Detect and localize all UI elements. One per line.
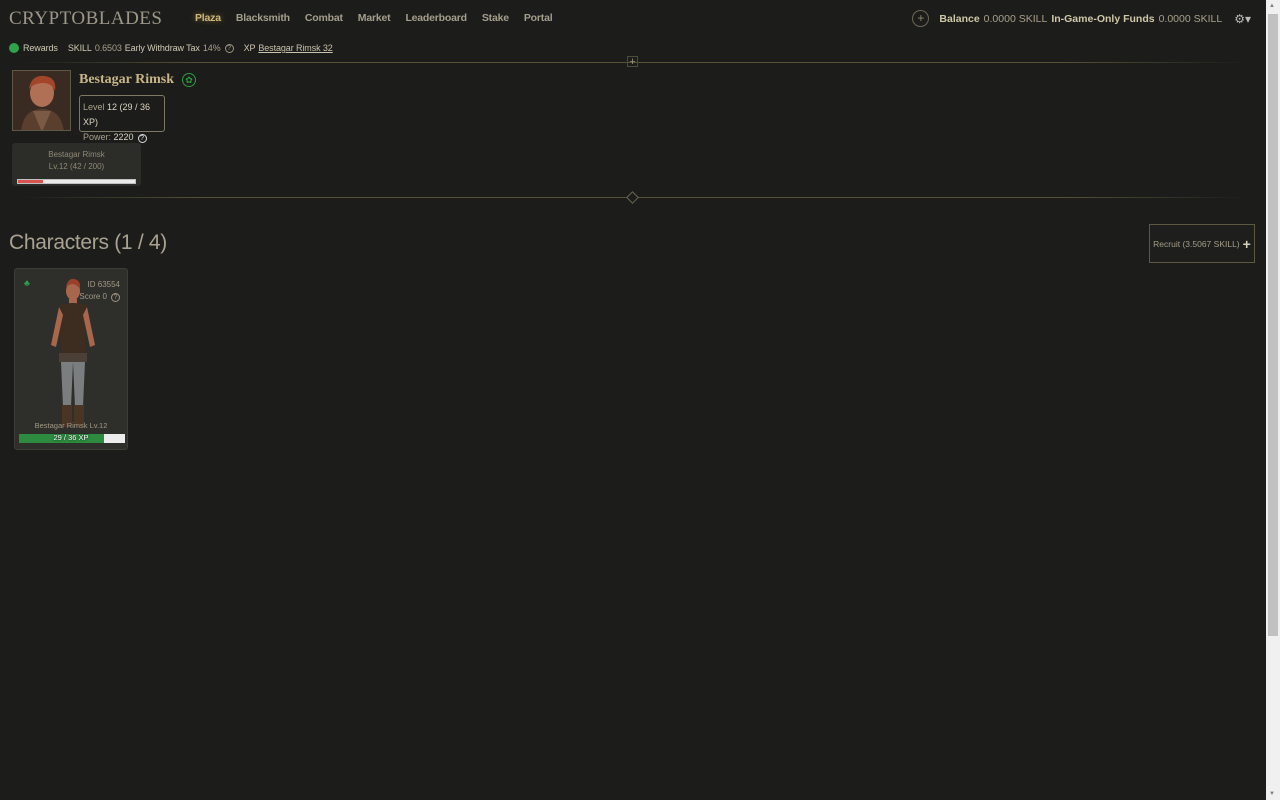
nav-portal[interactable]: Portal xyxy=(524,12,553,24)
nav-market[interactable]: Market xyxy=(358,12,391,24)
recruit-label: Recruit (3.5067 SKILL) xyxy=(1153,238,1240,249)
nav-plaza[interactable]: Plaza xyxy=(195,12,221,24)
character-card[interactable]: ♣ ID 63554 Score 0? Bestagar Rimsk Lv.12… xyxy=(14,268,128,450)
balance-value: 0.0000 SKILL xyxy=(983,12,1048,25)
funds-label: In-Game-Only Funds xyxy=(1051,12,1155,25)
xp-value-link[interactable]: Bestagar Rimsk 32 xyxy=(258,43,332,53)
tax-label: Early Withdraw Tax xyxy=(124,43,200,53)
character-portrait xyxy=(12,70,71,131)
score-help-icon[interactable]: ? xyxy=(111,293,120,302)
mini-card-level: Lv.12 (42 / 200) xyxy=(48,162,105,171)
balance-area: + Balance 0.0000 SKILL In-Game-Only Fund… xyxy=(912,10,1251,27)
rewards-label[interactable]: Rewards xyxy=(23,43,58,53)
settings-gear-icon[interactable]: ⚙▾ xyxy=(1234,12,1251,26)
earth-element-icon: ♣ xyxy=(24,278,30,288)
portrait-image xyxy=(13,71,70,130)
rewards-bar: Rewards SKILL 0.6503 Early Withdraw Tax … xyxy=(9,43,333,53)
funds-value: 0.0000 SKILL xyxy=(1158,12,1223,25)
plus-icon: + xyxy=(1242,235,1251,252)
nav-stake[interactable]: Stake xyxy=(482,12,509,24)
rewards-status-icon xyxy=(9,43,19,53)
skill-label: SKILL xyxy=(67,43,92,53)
divider-diamond-icon xyxy=(626,191,639,204)
recruit-button[interactable]: Recruit (3.5067 SKILL) + xyxy=(1149,224,1255,263)
character-mini-card[interactable]: Bestagar Rimsk Lv.12 (42 / 200) xyxy=(12,143,141,186)
earth-element-icon: ✿ xyxy=(182,73,196,87)
character-name: Bestagar Rimsk xyxy=(79,72,175,87)
power-help-icon[interactable]: ? xyxy=(137,134,147,143)
stamina-bar-fill xyxy=(18,180,43,183)
stamina-bar xyxy=(17,179,136,184)
character-figure-image xyxy=(51,278,95,427)
scroll-down-arrow-icon[interactable]: ▼ xyxy=(1269,791,1275,797)
tax-value: 14% xyxy=(202,43,221,53)
level-label: Level xyxy=(83,102,105,112)
power-value: 2220 xyxy=(113,132,134,142)
scroll-up-arrow-icon[interactable]: ▲ xyxy=(1269,3,1275,9)
expand-icon[interactable]: + xyxy=(627,56,638,68)
xp-text: 29 / 36 XP xyxy=(53,433,89,442)
top-navbar: CRYPTOBLADES Plaza Blacksmith Combat Mar… xyxy=(0,0,1266,37)
character-stats: Level 12 (29 / 36 XP) Power: 2220? xyxy=(79,95,165,143)
balance-label: Balance xyxy=(939,12,980,25)
characters-title: Characters (1 / 4) xyxy=(9,231,167,254)
nav-leaderboard[interactable]: Leaderboard xyxy=(405,12,467,24)
add-funds-icon[interactable]: + xyxy=(912,10,930,27)
tax-help-icon[interactable]: ? xyxy=(224,43,234,53)
nav-links: Plaza Blacksmith Combat Market Leaderboa… xyxy=(195,12,567,24)
skill-value: 0.6503 xyxy=(94,43,122,53)
nav-combat[interactable]: Combat xyxy=(305,12,343,24)
card-name-level: Bestagar Rimsk Lv.12 xyxy=(34,421,108,430)
mini-card-name: Bestagar Rimsk xyxy=(48,150,105,159)
xp-label: XP xyxy=(243,43,256,53)
power-label: Power: xyxy=(83,132,112,142)
nav-blacksmith[interactable]: Blacksmith xyxy=(236,12,290,24)
scrollbar-thumb[interactable] xyxy=(1268,14,1278,636)
logo[interactable]: CRYPTOBLADES xyxy=(9,8,162,30)
page-scrollbar[interactable]: ▲ ▼ xyxy=(1266,0,1280,800)
